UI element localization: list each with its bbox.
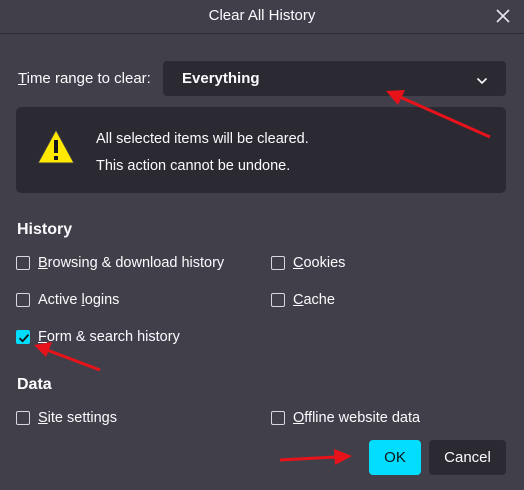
checkbox-box[interactable] — [271, 411, 285, 425]
history-heading: History — [17, 221, 73, 238]
checkbox-label: Offline website data — [293, 410, 421, 426]
annotation-arrow — [279, 455, 337, 462]
checkbox-box[interactable] — [16, 411, 30, 425]
checkbox-label: Browsing & download history — [38, 255, 225, 271]
cancel-button[interactable]: Cancel — [429, 440, 506, 475]
checkbox-box[interactable] — [271, 293, 285, 307]
checkbox-box[interactable] — [16, 330, 30, 344]
checkbox-cache[interactable]: Cache — [271, 290, 335, 310]
time-range-label-text: ime range to clear: — [26, 70, 151, 87]
close-icon[interactable] — [492, 5, 514, 27]
checkbox-label: Cache — [293, 292, 335, 308]
data-heading: Data — [17, 376, 52, 393]
time-range-select[interactable]: Everything — [163, 61, 506, 96]
checkmark-icon — [18, 334, 30, 343]
checkbox-box[interactable] — [16, 256, 30, 270]
title-bar: Clear All History — [0, 0, 524, 34]
checkbox-box[interactable] — [16, 293, 30, 307]
annotation-arrow — [46, 348, 101, 372]
chevron-down-icon — [476, 72, 488, 89]
checkbox-offline-website-data[interactable]: Offline website data — [271, 408, 420, 428]
checkbox-browsing-history[interactable]: Browsing & download history — [16, 253, 224, 273]
checkbox-label: Site settings — [38, 410, 117, 426]
checkbox-label: Form & search history — [38, 329, 180, 345]
time-range-accesskey: T — [18, 70, 27, 87]
ok-button[interactable]: OK — [369, 440, 421, 475]
checkbox-box[interactable] — [271, 256, 285, 270]
warning-box: All selected items will be cleared. This… — [16, 107, 506, 193]
annotation-arrowhead — [334, 449, 352, 465]
warning-text-line-1: All selected items will be cleared. — [96, 131, 309, 147]
checkbox-label: Cookies — [293, 255, 346, 271]
warning-icon — [36, 128, 76, 171]
time-range-label: Time range to clear: — [18, 70, 151, 87]
checkbox-form-search-history[interactable]: Form & search history — [16, 327, 180, 347]
checkbox-cookies[interactable]: Cookies — [271, 253, 345, 273]
checkbox-active-logins[interactable]: Active logins — [16, 290, 119, 310]
checkbox-site-settings[interactable]: Site settings — [16, 408, 117, 428]
warning-text-line-2: This action cannot be undone. — [96, 158, 291, 174]
checkbox-label: Active logins — [38, 292, 120, 308]
time-range-value: Everything — [182, 70, 260, 87]
dialog-title: Clear All History — [208, 7, 316, 24]
